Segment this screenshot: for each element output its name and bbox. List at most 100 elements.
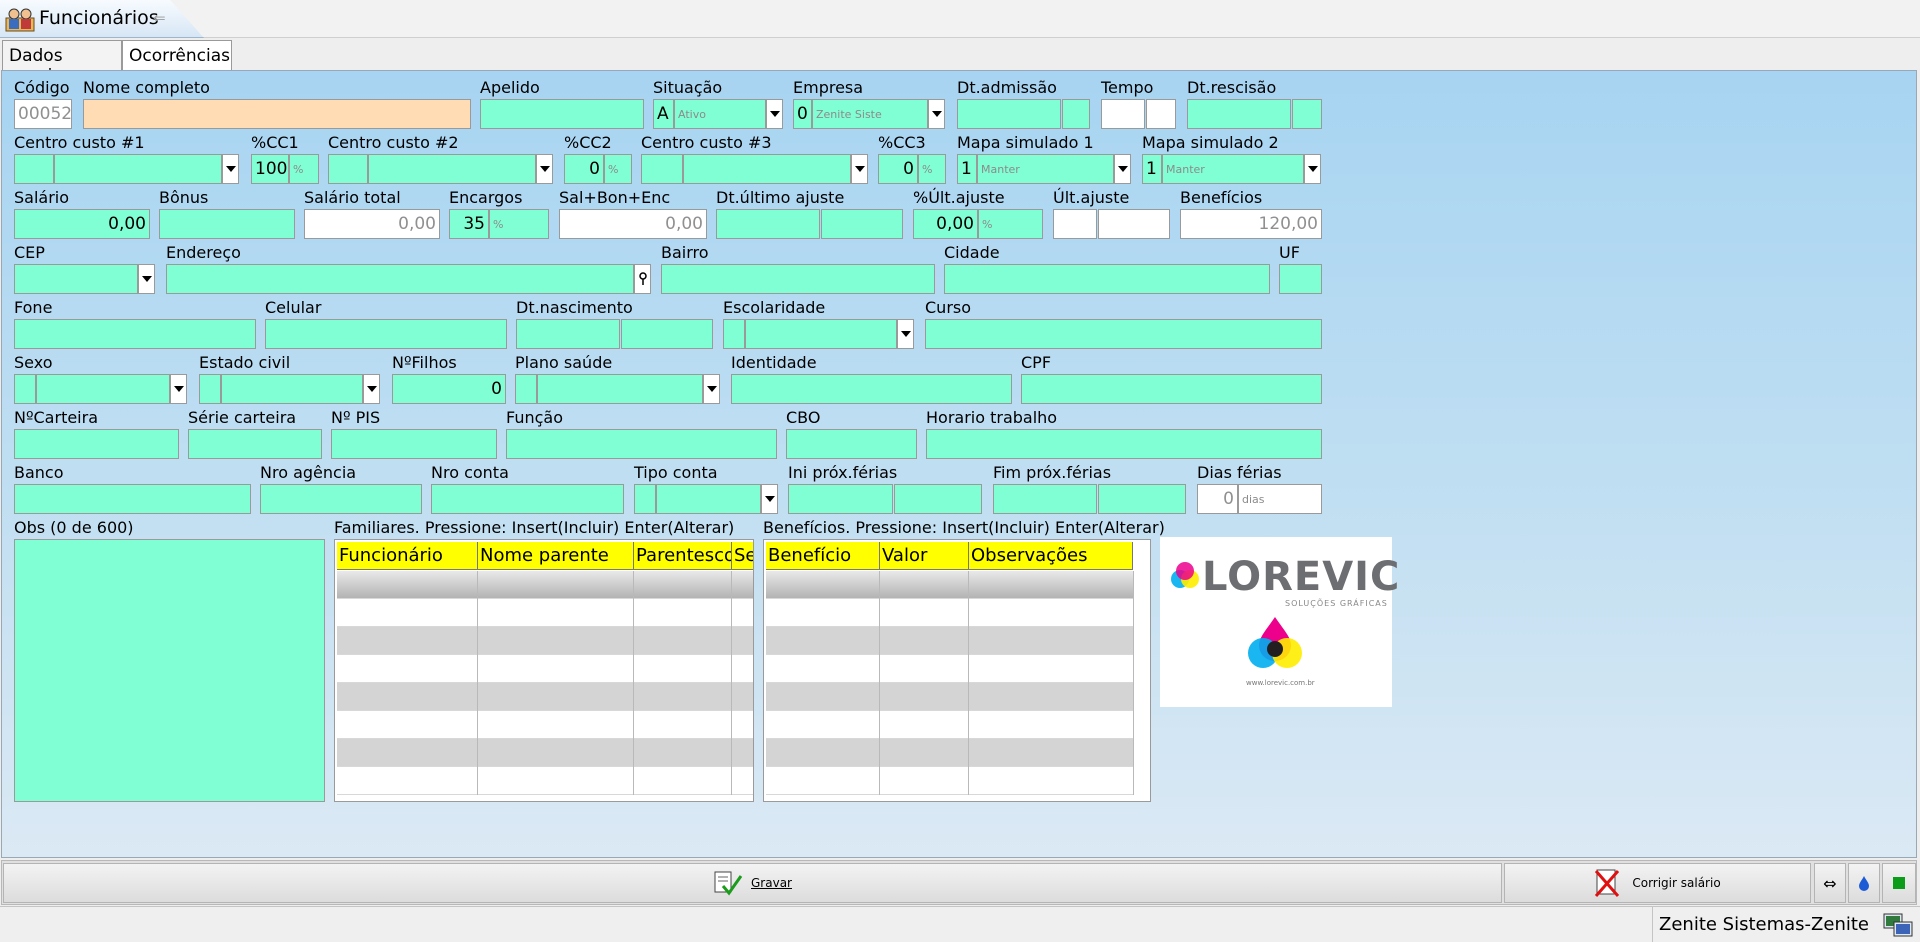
plano-saude-text[interactable] (537, 374, 703, 404)
situacao-code[interactable]: A (653, 99, 674, 129)
banco-input[interactable] (14, 484, 251, 514)
situacao-text[interactable]: Ativo (674, 99, 766, 129)
empresa-text[interactable]: Zenite Siste (812, 99, 928, 129)
sexo-code[interactable] (14, 374, 36, 404)
plano-saude-dropdown-button[interactable] (703, 374, 720, 404)
nro-conta-input[interactable] (431, 484, 624, 514)
table-row[interactable] (766, 739, 1133, 767)
network-computer-icon[interactable] (1882, 911, 1914, 939)
cc3-text[interactable] (683, 154, 851, 184)
table-row[interactable] (337, 683, 753, 711)
estado-civil-code[interactable] (199, 374, 221, 404)
nro-agencia-input[interactable] (260, 484, 422, 514)
table-row[interactable] (337, 711, 753, 739)
empresa-code[interactable]: 0 (793, 99, 812, 129)
funcao-input[interactable] (506, 429, 777, 459)
fim-prox-ferias-extra[interactable] (1098, 484, 1186, 514)
beneficios-grid[interactable]: Benefício Valor Observações (763, 539, 1151, 802)
column-header-funcionario[interactable]: Funcionário (337, 542, 478, 570)
tab-dados-gerais[interactable]: Dados gerais (2, 40, 122, 86)
dt-admissao-input[interactable] (957, 99, 1061, 129)
cc2-code[interactable] (328, 154, 368, 184)
table-row[interactable] (337, 739, 753, 767)
mapa2-dropdown-button[interactable] (1304, 154, 1321, 184)
table-row[interactable] (337, 599, 753, 627)
cc2-dropdown-button[interactable] (536, 154, 553, 184)
pct-cc3-input[interactable]: 0 (878, 154, 918, 184)
cc3-code[interactable] (641, 154, 683, 184)
table-row[interactable] (766, 599, 1133, 627)
dt-nascimento-input[interactable] (516, 319, 620, 349)
cc1-text[interactable] (54, 154, 222, 184)
dt-admissao-extra[interactable] (1062, 99, 1090, 129)
bonus-input[interactable] (159, 209, 295, 239)
bairro-input[interactable] (661, 264, 935, 294)
dt-nascimento-extra[interactable] (621, 319, 713, 349)
apelido-input[interactable] (480, 99, 644, 129)
column-header-parentesco[interactable]: Parentesco (634, 542, 732, 570)
horario-trabalho-input[interactable] (926, 429, 1322, 459)
drop-icon[interactable] (1848, 863, 1880, 903)
encargos-input[interactable]: 35 (449, 209, 489, 239)
column-header-valor[interactable]: Valor (880, 542, 969, 570)
familiares-grid[interactable]: Funcionário Nome parente Parentesco Se (334, 539, 754, 802)
pct-cc1-input[interactable]: 100 (251, 154, 289, 184)
situacao-dropdown-button[interactable] (766, 99, 783, 129)
tipo-conta-code[interactable] (634, 484, 656, 514)
table-row[interactable] (766, 627, 1133, 655)
mapa1-text[interactable]: Manter (977, 154, 1114, 184)
corrigir-salario-button[interactable]: Corrigir salário (1504, 863, 1811, 903)
table-row[interactable] (337, 571, 753, 599)
n-pis-input[interactable] (331, 429, 497, 459)
curso-input[interactable] (925, 319, 1322, 349)
nome-completo-input[interactable] (83, 99, 471, 129)
sexo-dropdown-button[interactable] (170, 374, 187, 404)
cep-input[interactable] (14, 264, 138, 294)
dt-ultimo-ajuste-extra[interactable] (821, 209, 903, 239)
cc1-dropdown-button[interactable] (222, 154, 239, 184)
pct-cc2-input[interactable]: 0 (564, 154, 604, 184)
cidade-input[interactable] (944, 264, 1270, 294)
cpf-input[interactable] (1021, 374, 1322, 404)
endereco-input[interactable] (166, 264, 634, 294)
ini-prox-ferias-input[interactable] (788, 484, 893, 514)
cep-dropdown-button[interactable] (138, 264, 155, 294)
cc2-text[interactable] (368, 154, 536, 184)
mapa1-dropdown-button[interactable] (1114, 154, 1131, 184)
dt-rescisao-input[interactable] (1187, 99, 1291, 129)
cc1-code[interactable] (14, 154, 54, 184)
obs-textarea[interactable] (14, 539, 325, 802)
identidade-input[interactable] (731, 374, 1012, 404)
table-row[interactable] (766, 683, 1133, 711)
pin-icon[interactable] (634, 264, 651, 294)
column-header-observacoes[interactable]: Observações (969, 542, 1133, 570)
sexo-text[interactable] (36, 374, 170, 404)
tab-ocorrencias[interactable]: Ocorrências (122, 40, 232, 70)
table-row[interactable] (766, 655, 1133, 683)
escolaridade-dropdown-button[interactable] (897, 319, 914, 349)
mapa2-text[interactable]: Manter (1162, 154, 1304, 184)
salario-input[interactable]: 0,00 (14, 209, 150, 239)
table-row[interactable] (337, 767, 753, 795)
n-filhos-input[interactable]: 0 (392, 374, 506, 404)
tipo-conta-text[interactable] (656, 484, 761, 514)
uf-input[interactable] (1279, 264, 1322, 294)
table-row[interactable] (766, 711, 1133, 739)
fim-prox-ferias-input[interactable] (993, 484, 1097, 514)
mapa2-code[interactable]: 1 (1142, 154, 1162, 184)
table-row[interactable] (766, 767, 1133, 795)
serie-carteira-input[interactable] (188, 429, 322, 459)
table-row[interactable] (766, 571, 1133, 599)
green-square-icon[interactable] (1882, 863, 1916, 903)
empresa-dropdown-button[interactable] (928, 99, 945, 129)
dt-ultimo-ajuste-input[interactable] (716, 209, 820, 239)
ini-prox-ferias-extra[interactable] (894, 484, 982, 514)
column-header-beneficio[interactable]: Benefício (766, 542, 880, 570)
estado-civil-dropdown-button[interactable] (363, 374, 380, 404)
gravar-button[interactable]: Gravar (3, 863, 1502, 903)
column-header-nome-parente[interactable]: Nome parente (478, 542, 634, 570)
estado-civil-text[interactable] (221, 374, 363, 404)
cbo-input[interactable] (786, 429, 917, 459)
n-carteira-input[interactable] (14, 429, 179, 459)
mapa1-code[interactable]: 1 (957, 154, 977, 184)
